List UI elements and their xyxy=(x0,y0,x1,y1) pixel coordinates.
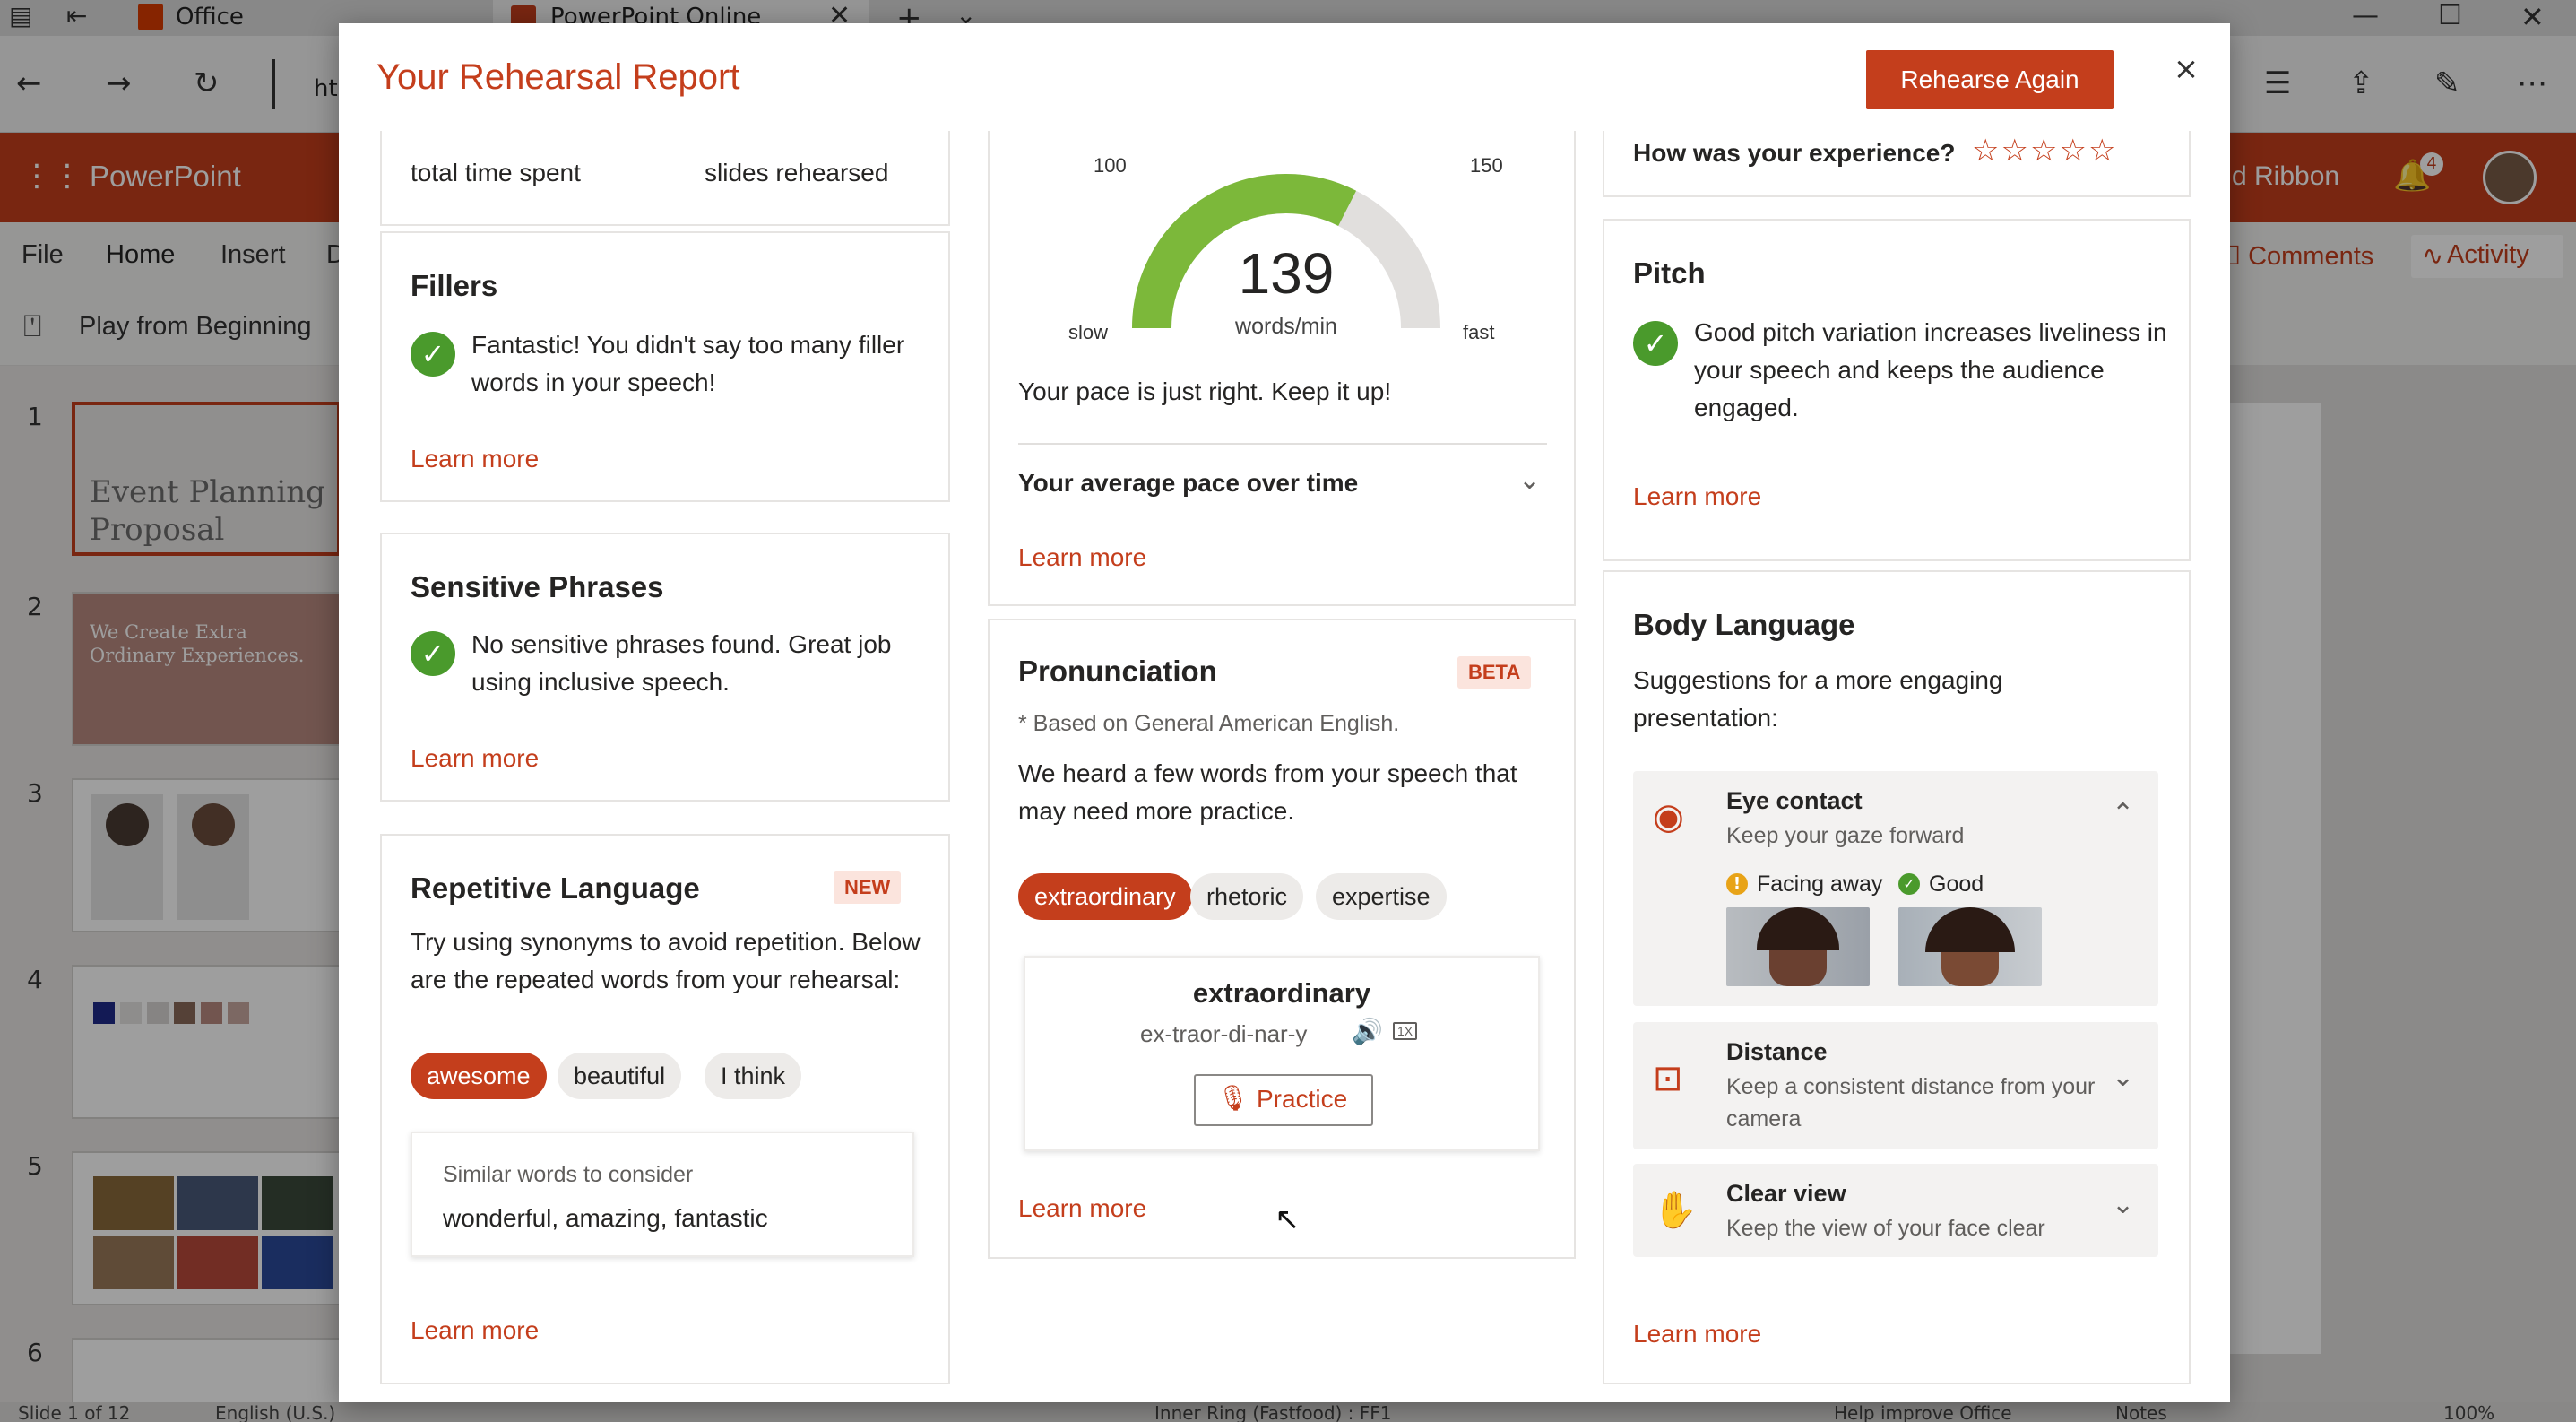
good-image xyxy=(1898,907,2042,986)
time-label: total time spent xyxy=(411,159,581,186)
body-language-title: Body Language xyxy=(1633,608,1855,641)
chevron-up-icon[interactable]: ⌃ xyxy=(2112,798,2134,829)
pace-learn-more[interactable]: Learn more xyxy=(1018,543,1146,572)
pitch-title: Pitch xyxy=(1633,256,1706,290)
gauge-min-label: slow xyxy=(1068,321,1109,343)
body-language-learn-more[interactable]: Learn more xyxy=(1633,1320,1761,1348)
new-badge: NEW xyxy=(834,871,902,904)
microphone-icon: 🎙 xyxy=(1217,1083,1249,1113)
pace-unit: words/min xyxy=(1235,314,1337,339)
good-check-icon: ✓ xyxy=(1898,873,1920,895)
eye-contact-panel[interactable]: ◉ Eye contact Keep your gaze forward ⌃ !… xyxy=(1633,771,2158,1006)
pron-pill-expertise[interactable]: expertise xyxy=(1316,873,1447,920)
pronunciation-title: Pronunciation xyxy=(1018,655,1217,688)
gauge-tick-high: 150 xyxy=(1470,154,1503,177)
star-icon[interactable]: ☆ xyxy=(2001,133,2029,169)
fillers-message: Fantastic! You didn't say too many fille… xyxy=(471,331,905,396)
warning-icon: ! xyxy=(1726,873,1748,895)
check-icon: ✓ xyxy=(411,332,455,377)
fillers-learn-more[interactable]: Learn more xyxy=(411,445,539,473)
clear-view-desc: Keep the view of your face clear xyxy=(1726,1216,2045,1241)
experience-question: How was your experience? xyxy=(1633,139,1956,167)
facing-away-label: Facing away xyxy=(1757,871,1883,897)
divider xyxy=(1018,443,1547,445)
repetitive-learn-more[interactable]: Learn more xyxy=(411,1316,539,1345)
pitch-card: Pitch ✓ Good pitch variation increases l… xyxy=(1603,219,2191,561)
pron-pill-extraordinary[interactable]: extraordinary xyxy=(1018,873,1192,920)
similar-words: wonderful, amazing, fantastic xyxy=(443,1204,768,1232)
eye-contact-title: Eye contact xyxy=(1726,787,1863,814)
pronunciation-learn-more[interactable]: Learn more xyxy=(1018,1194,1146,1223)
experience-card: How was your experience? ☆☆☆☆☆ xyxy=(1603,131,2191,197)
gauge-max-label: fast xyxy=(1463,321,1495,343)
repetitive-title: Repetitive Language xyxy=(411,871,700,905)
similar-label: Similar words to consider xyxy=(443,1162,694,1187)
pace-message: Your pace is just right. Keep it up! xyxy=(1018,377,1392,405)
star-rating[interactable]: ☆☆☆☆☆ xyxy=(1972,133,2117,169)
distance-title: Distance xyxy=(1726,1038,1828,1065)
summary-card: total time spent slides rehearsed xyxy=(380,131,950,226)
clear-view-title: Clear view xyxy=(1726,1180,1846,1207)
similar-words-box: Similar words to consider wonderful, ama… xyxy=(411,1132,914,1257)
eye-contact-desc: Keep your gaze forward xyxy=(1726,823,1965,848)
pitch-message: Good pitch variation increases livelines… xyxy=(1694,318,2167,421)
repetitive-message: Try using synonyms to avoid repetition. … xyxy=(411,928,921,993)
slides-label: slides rehearsed xyxy=(705,159,889,186)
star-icon[interactable]: ☆ xyxy=(2059,133,2088,169)
eye-icon: ◉ xyxy=(1653,796,1684,837)
pace-value: 139 xyxy=(1238,241,1335,306)
hand-icon: ✋ xyxy=(1653,1190,1698,1231)
rehearsal-report-dialog: Your Rehearsal Report Rehearse Again × t… xyxy=(339,23,2230,1402)
star-icon[interactable]: ☆ xyxy=(1972,133,2001,169)
beta-badge: BETA xyxy=(1457,656,1532,689)
facing-away-image xyxy=(1726,907,1870,986)
pace-over-time[interactable]: Your average pace over time xyxy=(1018,464,1358,502)
pronunciation-message: We heard a few words from your speech th… xyxy=(1018,759,1517,825)
gauge-tick-low: 100 xyxy=(1094,154,1127,177)
close-icon[interactable]: × xyxy=(2164,47,2209,91)
distance-desc: Keep a consistent distance from your cam… xyxy=(1726,1074,2096,1132)
speaker-icon[interactable]: 🔊 xyxy=(1352,1017,1383,1046)
distance-panel[interactable]: ⊡ Distance Keep a consistent distance fr… xyxy=(1633,1022,2158,1149)
repetitive-language-card: Repetitive Language NEW Try using synony… xyxy=(380,834,950,1384)
word-pill-awesome[interactable]: awesome xyxy=(411,1053,547,1099)
practice-button[interactable]: 🎙 Practice xyxy=(1194,1074,1373,1126)
mouse-cursor-icon: ↖ xyxy=(1275,1201,1301,1237)
sensitive-learn-more[interactable]: Learn more xyxy=(411,744,539,773)
word-pill-i-think[interactable]: I think xyxy=(705,1053,802,1099)
body-language-card: Body Language Suggestions for a more eng… xyxy=(1603,570,2191,1384)
star-icon[interactable]: ☆ xyxy=(2030,133,2059,169)
practice-label: Practice xyxy=(1257,1085,1348,1113)
hair-shape xyxy=(1925,907,2015,952)
pronunciation-card: Pronunciation BETA * Based on General Am… xyxy=(988,619,1576,1259)
selected-word: extraordinary xyxy=(1192,977,1371,1009)
check-icon: ✓ xyxy=(411,631,455,676)
phonetic: ex-traor-di-nar-y xyxy=(1140,1020,1308,1047)
clear-view-panel[interactable]: ✋ Clear view Keep the view of your face … xyxy=(1633,1164,2158,1257)
word-pill-beautiful[interactable]: beautiful xyxy=(558,1053,682,1099)
chevron-down-icon[interactable]: ⌄ xyxy=(2112,1189,2134,1220)
star-icon[interactable]: ☆ xyxy=(2088,133,2117,169)
dialog-title: Your Rehearsal Report xyxy=(376,57,740,97)
pron-pill-rhetoric[interactable]: rhetoric xyxy=(1190,873,1304,920)
pronunciation-detail: extraordinary ex-traor-di-nar-y 🔊 1X 🎙 P… xyxy=(1024,956,1540,1151)
chevron-down-icon[interactable]: ⌄ xyxy=(1518,464,1541,496)
fillers-card: Fillers ✓ Fantastic! You didn't say too … xyxy=(380,231,950,502)
pace-card: 100 150 slow fast 139 words/min Your pac… xyxy=(988,131,1576,606)
hair-shape xyxy=(1757,907,1839,950)
sensitive-phrases-card: Sensitive Phrases ✓ No sensitive phrases… xyxy=(380,533,950,802)
chevron-down-icon[interactable]: ⌄ xyxy=(2112,1062,2134,1093)
speed-icon[interactable]: 1X xyxy=(1393,1022,1418,1040)
check-icon: ✓ xyxy=(1633,321,1678,366)
sensitive-message: No sensitive phrases found. Great job us… xyxy=(471,630,892,696)
person-frame-icon: ⊡ xyxy=(1653,1058,1683,1099)
fillers-title: Fillers xyxy=(411,269,498,302)
good-label: Good xyxy=(1929,871,1984,897)
sensitive-title: Sensitive Phrases xyxy=(411,570,664,603)
pitch-learn-more[interactable]: Learn more xyxy=(1633,482,1761,511)
rehearse-again-button[interactable]: Rehearse Again xyxy=(1866,50,2114,109)
body-language-intro: Suggestions for a more engaging presenta… xyxy=(1633,666,2003,732)
pronunciation-note: * Based on General American English. xyxy=(1018,711,1400,736)
